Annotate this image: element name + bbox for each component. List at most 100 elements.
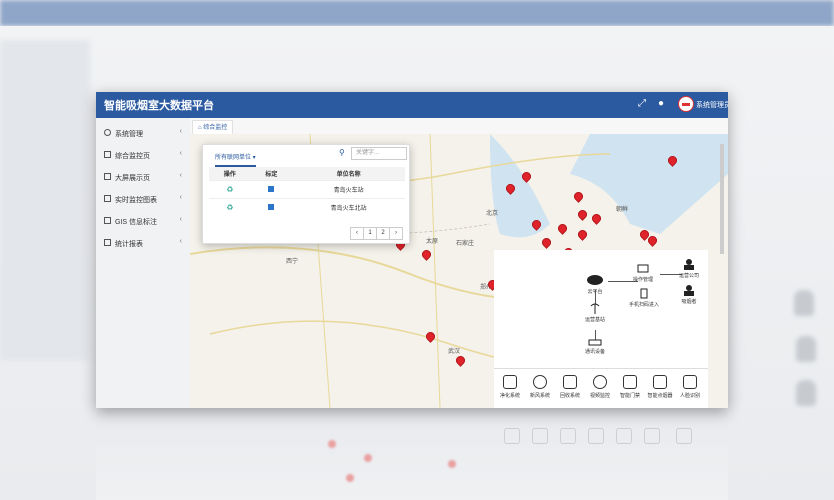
- recycle-icon[interactable]: ♻: [226, 185, 233, 194]
- unit-table: 操作 标定 单位名称 ♻ 青岛火车站 ♻ 青岛火车北站: [209, 167, 405, 216]
- app-window: 智能吸烟室大数据平台 ≡ ⤢ ● 系统管理员 系统管理 ‹ 综合监控页 ‹ 大屏…: [96, 92, 728, 408]
- subsystem-purify[interactable]: 净化系统: [496, 375, 524, 399]
- unit-list-panel: 所有联网单位 ▾ ⚲ 关键字... 操作 标定 单位名称 ♻ 青岛火车站 ♻ 青…: [202, 144, 410, 244]
- app-title: 智能吸烟室大数据平台: [104, 100, 214, 112]
- monitor-icon: [104, 151, 111, 158]
- chat-icon[interactable]: ●: [658, 98, 664, 109]
- panel-tab-units[interactable]: 所有联网单位 ▾: [215, 152, 256, 167]
- tab-bar: ⌂ 综合监控: [190, 118, 728, 135]
- pager-next[interactable]: ›: [389, 227, 403, 240]
- gear-icon: [104, 129, 111, 136]
- subsystem-label: 视频监控: [589, 393, 610, 399]
- antenna-icon: [590, 303, 600, 314]
- city-label: 石家庄: [456, 241, 475, 247]
- phone-icon: [640, 288, 648, 299]
- cloud-icon: [587, 275, 603, 285]
- chevron-left-icon: ‹: [179, 238, 182, 245]
- fan-icon: [533, 375, 547, 389]
- background-person-icon: [794, 290, 814, 316]
- background-person-icon: [796, 380, 816, 406]
- recycle-bin-icon: [563, 375, 577, 389]
- smoker-label: 吸烟者: [681, 299, 697, 305]
- column-header: 单位名称: [292, 167, 405, 181]
- expand-icon[interactable]: ⤢: [638, 98, 646, 109]
- app-header: 智能吸烟室大数据平台 ≡ ⤢ ● 系统管理员: [96, 92, 728, 118]
- menu-icon[interactable]: ≡: [206, 97, 213, 111]
- search-input[interactable]: 关键字...: [351, 147, 407, 160]
- phone-node: 手机扫码进入: [624, 288, 664, 308]
- search-icon[interactable]: ⚲: [339, 148, 345, 157]
- pager-page[interactable]: 2: [376, 227, 390, 240]
- background-header: [0, 0, 834, 26]
- column-header: 操作: [209, 167, 251, 181]
- camera-icon: [593, 375, 607, 389]
- pagination: ‹ 1 2 ›: [350, 227, 403, 240]
- edit-icon[interactable]: [268, 185, 275, 192]
- smoker-node: 吸烟者: [674, 284, 704, 305]
- city-label: 太原: [426, 239, 439, 245]
- person-icon: [684, 259, 694, 270]
- subsystem-label: 净化系统: [499, 393, 520, 399]
- table-row[interactable]: ♻ 青岛火车北站: [209, 198, 405, 216]
- pager-page[interactable]: 1: [363, 227, 377, 240]
- tab-overview[interactable]: ⌂ 综合监控: [192, 120, 234, 135]
- chevron-left-icon: ‹: [179, 128, 182, 135]
- background-person-icon: [796, 336, 816, 362]
- router-icon: [588, 339, 602, 346]
- sidebar-item-gis[interactable]: GIS 信息标注 ‹: [96, 210, 190, 232]
- sidebar-item-chart[interactable]: 实时监控图表 ‹: [96, 188, 190, 210]
- subsystem-face-id[interactable]: 人脸识别: [676, 375, 704, 399]
- city-label: 北京: [486, 211, 499, 217]
- sidebar-item-label: 大屏展示页: [115, 175, 150, 182]
- subsystem-row: 净化系统 新风系统 回收系统 视频监控 智能门禁 智能点烟器 人脸识别: [494, 368, 708, 408]
- subsystem-camera[interactable]: 视频监控: [586, 375, 614, 399]
- table-row[interactable]: ♻ 青岛火车站: [209, 180, 405, 199]
- lighter-icon: [653, 375, 667, 389]
- brand-logo: [678, 96, 694, 112]
- chevron-left-icon: ‹: [179, 150, 182, 157]
- sidebar-item-system[interactable]: 系统管理 ‹: [96, 122, 190, 144]
- city-label: 朝鲜: [616, 207, 629, 213]
- sidebar-item-label: 系统管理: [115, 131, 143, 138]
- station-label: 运营基站: [584, 317, 605, 323]
- sidebar-item-monitor[interactable]: 综合监控页 ‹: [96, 144, 190, 166]
- sidebar-item-report[interactable]: 统计报表 ‹: [96, 232, 190, 254]
- subsystem-recycle[interactable]: 回收系统: [556, 375, 584, 399]
- sidebar-item-screen[interactable]: 大屏展示页 ‹: [96, 166, 190, 188]
- subsystem-fresh-air[interactable]: 新风系统: [526, 375, 554, 399]
- device-label: 通讯设备: [584, 349, 605, 355]
- report-icon: [104, 239, 111, 246]
- sidebar-item-label: 统计报表: [115, 241, 143, 248]
- chevron-left-icon: ‹: [179, 216, 182, 223]
- sidebar: 系统管理 ‹ 综合监控页 ‹ 大屏展示页 ‹ 实时监控图表 ‹ GIS 信息标注…: [96, 118, 191, 408]
- edit-icon[interactable]: [268, 203, 275, 210]
- person-icon: [684, 285, 694, 296]
- purifier-icon: [503, 375, 517, 389]
- ops-label: 操作管理: [632, 277, 653, 283]
- column-header: 标定: [250, 167, 293, 181]
- recycle-icon[interactable]: ♻: [226, 203, 233, 212]
- sidebar-item-label: GIS 信息标注: [115, 219, 158, 226]
- user-name[interactable]: 系统管理员: [696, 100, 728, 110]
- table-header: 操作 标定 单位名称: [209, 167, 405, 181]
- company-node: 运营公司: [674, 258, 704, 279]
- station-node: 运营基站: [578, 302, 612, 323]
- window-reflection: [96, 410, 728, 500]
- ops-node: 操作管理: [626, 264, 660, 283]
- tab-label: 综合监控: [203, 125, 228, 131]
- device-node: 通讯设备: [578, 338, 612, 355]
- door-icon: [623, 375, 637, 389]
- company-label: 运营公司: [678, 273, 699, 279]
- map-icon: [104, 217, 111, 224]
- subsystem-lighter[interactable]: 智能点烟器: [646, 375, 674, 399]
- subsystem-door[interactable]: 智能门禁: [616, 375, 644, 399]
- monitor-icon: [637, 264, 649, 273]
- background-sidebar: [0, 40, 90, 360]
- subsystem-label: 智能门禁: [619, 393, 640, 399]
- sidebar-item-label: 实时监控图表: [115, 197, 157, 204]
- pager-prev[interactable]: ‹: [350, 227, 364, 240]
- chevron-left-icon: ‹: [179, 172, 182, 179]
- city-label: 西宁: [286, 259, 299, 265]
- screen-icon: [104, 173, 111, 180]
- subsystem-label: 人脸识别: [679, 393, 700, 399]
